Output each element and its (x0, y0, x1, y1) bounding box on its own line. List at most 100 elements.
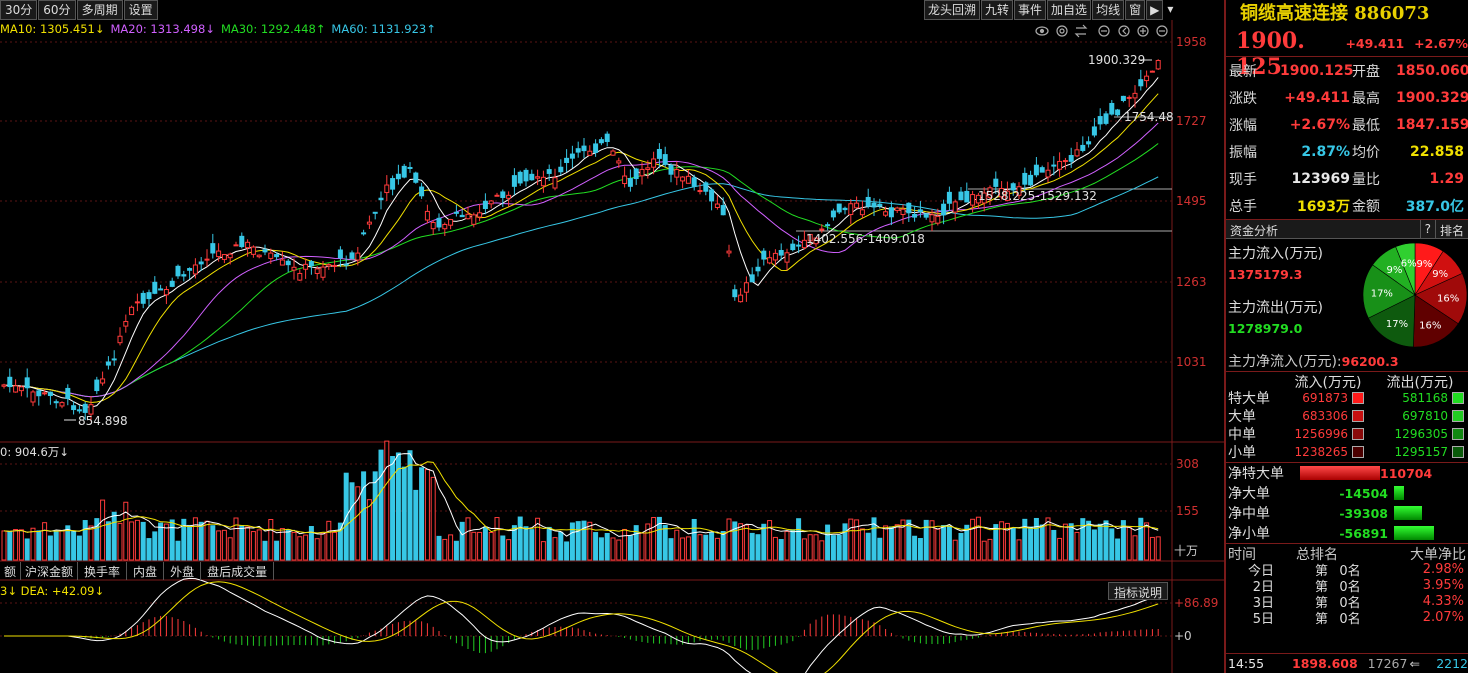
volume-bar (245, 526, 251, 561)
volume-bar (250, 531, 256, 561)
quote-row: 现手 123969 量比 1.29 (1226, 165, 1468, 192)
candle-body (697, 190, 703, 193)
tab-fund-analysis[interactable]: 资金分析 (1226, 220, 1420, 238)
candle-body (767, 257, 773, 264)
volume-bar (970, 518, 976, 561)
candle-body (82, 403, 88, 413)
back-icon[interactable] (1118, 25, 1130, 37)
volume-bar (859, 528, 865, 561)
net-flow-bar (1394, 486, 1404, 500)
flow-out-value: 1296305 (1394, 427, 1448, 441)
candle-body (877, 203, 883, 207)
volume-bar (685, 536, 691, 561)
price-axis-label: 1958 (1176, 35, 1207, 49)
candle-body (894, 207, 900, 211)
candle-body (448, 219, 454, 226)
volume-bar (494, 517, 500, 561)
macd-lines (4, 577, 1159, 673)
volume-bar (459, 521, 465, 561)
candle-body (743, 282, 749, 293)
tab-shsz-amount[interactable]: 沪深金额 (21, 562, 79, 580)
volume-bar (604, 533, 610, 561)
tab-outer[interactable]: 外盘 (164, 562, 202, 580)
candle-body (581, 145, 587, 152)
tab-ranking[interactable]: 排名 (1434, 220, 1468, 238)
flow-in-swatch (1352, 410, 1364, 422)
candle-body (726, 250, 732, 254)
zoom-in-icon[interactable] (1137, 25, 1149, 37)
settings-gear-icon[interactable] (1056, 25, 1068, 37)
quote-label: 现手 (1229, 171, 1257, 188)
candle-body (53, 401, 59, 404)
resistance-annotation: 1754.48 (1124, 110, 1174, 124)
eye-icon[interactable] (1035, 26, 1049, 36)
volume-bar (477, 531, 483, 561)
candle-body (308, 261, 314, 267)
tab-turnover[interactable]: 换手率 (78, 562, 128, 580)
tab-after-hours-volume[interactable]: 盘后成交量 (201, 562, 275, 580)
quote-table: 最新 1900.125 开盘 1850.060 涨跌 +49.411 最高 1900.329 涨… (1226, 56, 1468, 219)
volume-bar (755, 534, 761, 561)
quote-value: 22.858 (1409, 143, 1464, 160)
candle-body (401, 165, 407, 178)
volume-bar (488, 531, 494, 561)
volume-bar (1062, 523, 1068, 561)
candle-body (76, 409, 82, 412)
candle-body (1155, 60, 1161, 70)
candle-body (13, 385, 19, 393)
volume-bar (1028, 526, 1034, 561)
candle-body (1097, 116, 1103, 125)
quote-label: 振幅 (1229, 144, 1257, 161)
volume-bar (674, 529, 680, 561)
flow-out-value: 1295157 (1394, 445, 1448, 459)
volume-bar (71, 530, 77, 561)
macd-legend: 3↓ DEA: +42.09↓ (0, 584, 105, 598)
minus-icon[interactable] (1098, 25, 1110, 37)
candle-body (511, 175, 517, 187)
volume-bar (140, 521, 146, 561)
price-axis-label: 1031 (1176, 355, 1207, 369)
volume-bar (111, 511, 117, 561)
volume-bar (1091, 529, 1097, 561)
volume-bar (1039, 524, 1045, 561)
volume-bar (163, 523, 169, 561)
volume-bar (361, 471, 367, 561)
tick-arrow-icon: ⇐ (1409, 656, 1420, 671)
volume-bar (134, 519, 140, 561)
volume-bar (883, 525, 889, 561)
quote-value: +2.67% (1289, 116, 1350, 133)
volume-bar (999, 521, 1005, 561)
help-icon[interactable]: ? (1419, 220, 1435, 238)
volume-bar (888, 526, 894, 561)
volume-bar (82, 520, 88, 561)
quote-value: 2.87% (1301, 143, 1350, 160)
rank-col-total: 总排名 (1296, 547, 1338, 563)
volume-bar (796, 518, 802, 561)
volume-bar (952, 539, 958, 561)
ma5-line (3, 77, 1159, 408)
swap-icon[interactable] (1074, 24, 1088, 38)
volume-bar (169, 519, 175, 561)
volume-bar (204, 520, 210, 561)
candle-body (250, 246, 256, 255)
net-flow-row: 净大单 -14504 (1226, 483, 1468, 503)
volume-bar (593, 532, 599, 561)
candle-body (848, 203, 854, 215)
volume-bar (198, 521, 204, 561)
volume-axis-label: 308 (1176, 457, 1199, 471)
tick-status-bar: 14:55 1898.608 17267 ⇐ 2212 (1226, 653, 1468, 673)
indicator-help-button[interactable]: 指标说明 (1108, 582, 1169, 600)
tab-inner[interactable]: 内盘 (127, 562, 165, 580)
quote-label: 最高 (1352, 90, 1380, 107)
volume-bar (598, 537, 604, 561)
candle-body (181, 274, 187, 277)
candle-body (1028, 174, 1034, 186)
zoom-out-icon[interactable] (1156, 25, 1168, 37)
candle-body (1109, 102, 1115, 115)
rank-table: 今日第 0名 2.98% 2日第 0名 3.95% 3日第 0名 4.33% 5日第 0名 2.07% (1226, 561, 1468, 627)
volume-bar (401, 466, 407, 561)
candle-body (436, 217, 442, 228)
tab-amount[interactable]: 额 (0, 562, 22, 580)
volume-bar (88, 525, 94, 561)
flow-row: 大单 683306 697810 (1226, 407, 1468, 425)
